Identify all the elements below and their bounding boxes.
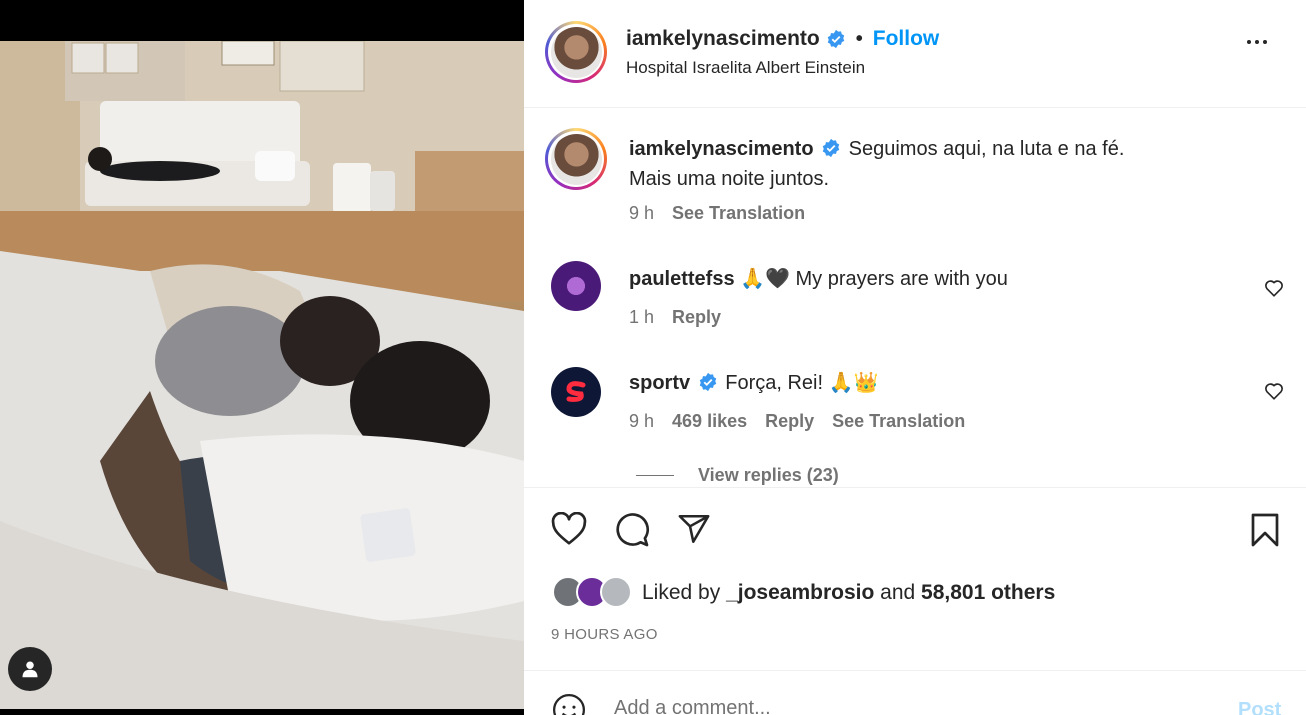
user-tag-button[interactable] [8, 647, 52, 691]
more-icon [1247, 40, 1251, 44]
more-options-button[interactable] [1247, 40, 1267, 44]
post-media-pane [0, 0, 524, 715]
heart-icon[interactable] [1264, 279, 1284, 297]
commenter-avatar[interactable] [551, 261, 601, 311]
comment-reply-button[interactable]: Reply [765, 411, 814, 432]
caption-item: iamkelynascimento Seguimos aqui, na luta… [524, 109, 1306, 229]
comment-username[interactable]: sportv [629, 372, 690, 394]
emoji-icon[interactable] [552, 693, 586, 715]
verified-badge-icon [827, 29, 845, 49]
share-icon[interactable] [676, 512, 712, 546]
caption-username[interactable]: iamkelynascimento [629, 138, 814, 160]
view-replies-button[interactable]: View replies (23) [636, 465, 839, 486]
post-photo[interactable] [0, 41, 524, 709]
post-timestamp[interactable]: 9 HOURS AGO [551, 626, 658, 643]
liked-by-user[interactable]: _joseambrosio [726, 581, 874, 605]
caption-time[interactable]: 9 h [629, 203, 654, 224]
follow-button[interactable]: Follow [873, 27, 940, 51]
liked-by-prefix: Liked by [642, 581, 721, 604]
post-details-panel: iamkelynascimento • Follow Hospital Isra… [524, 0, 1306, 715]
user-tag-icon [22, 661, 38, 678]
comment-username[interactable]: paulettefss [629, 268, 735, 290]
comment-text: Força, Rei! 🙏👑 [725, 372, 879, 394]
comment-likes[interactable]: 469 likes [672, 411, 747, 432]
verified-badge-icon [822, 138, 840, 158]
comment-text: 🙏🖤 My prayers are with you [740, 268, 1008, 290]
caption-avatar[interactable] [545, 128, 607, 190]
bookmark-icon[interactable] [1249, 512, 1281, 548]
verified-badge-icon [699, 372, 716, 392]
heart-icon[interactable] [1264, 382, 1284, 400]
comment-item: paulettefss 🙏🖤 My prayers are with you 1… [524, 249, 1306, 349]
post-location[interactable]: Hospital Israelita Albert Einstein [626, 58, 865, 78]
caption-see-translation[interactable]: See Translation [672, 203, 805, 224]
add-comment-bar: Post [524, 670, 1306, 715]
comment-input[interactable] [614, 697, 1174, 715]
post-comment-button[interactable]: Post [1238, 699, 1281, 715]
comments-list[interactable]: iamkelynascimento Seguimos aqui, na luta… [524, 109, 1306, 487]
commenter-avatar[interactable] [551, 367, 601, 417]
heart-icon[interactable] [551, 512, 587, 546]
separator-dot: • [855, 27, 863, 50]
liked-by-and: and [880, 581, 916, 604]
post-actions: Liked by _joseambrosio and 58,801 others… [524, 487, 1306, 670]
author-avatar[interactable] [545, 21, 607, 83]
liked-by-others[interactable]: 58,801 others [921, 581, 1055, 605]
comment-see-translation[interactable]: See Translation [832, 411, 965, 432]
divider-line [636, 475, 674, 476]
post-header: iamkelynascimento • Follow Hospital Isra… [524, 0, 1306, 108]
comment-time[interactable]: 1 h [629, 307, 654, 328]
comment-reply-button[interactable]: Reply [672, 307, 721, 328]
author-username[interactable]: iamkelynascimento [626, 27, 820, 51]
likes-summary[interactable]: Liked by _joseambrosio and 58,801 others [552, 576, 1055, 610]
caption-text-line1: Seguimos aqui, na luta e na fé. [848, 138, 1125, 160]
view-replies-label[interactable]: View replies (23) [698, 465, 839, 486]
comment-icon[interactable] [614, 512, 650, 548]
comment-time[interactable]: 9 h [629, 411, 654, 432]
liked-by-avatars [552, 576, 634, 610]
caption-text-line2: Mais uma noite juntos. [629, 168, 830, 190]
